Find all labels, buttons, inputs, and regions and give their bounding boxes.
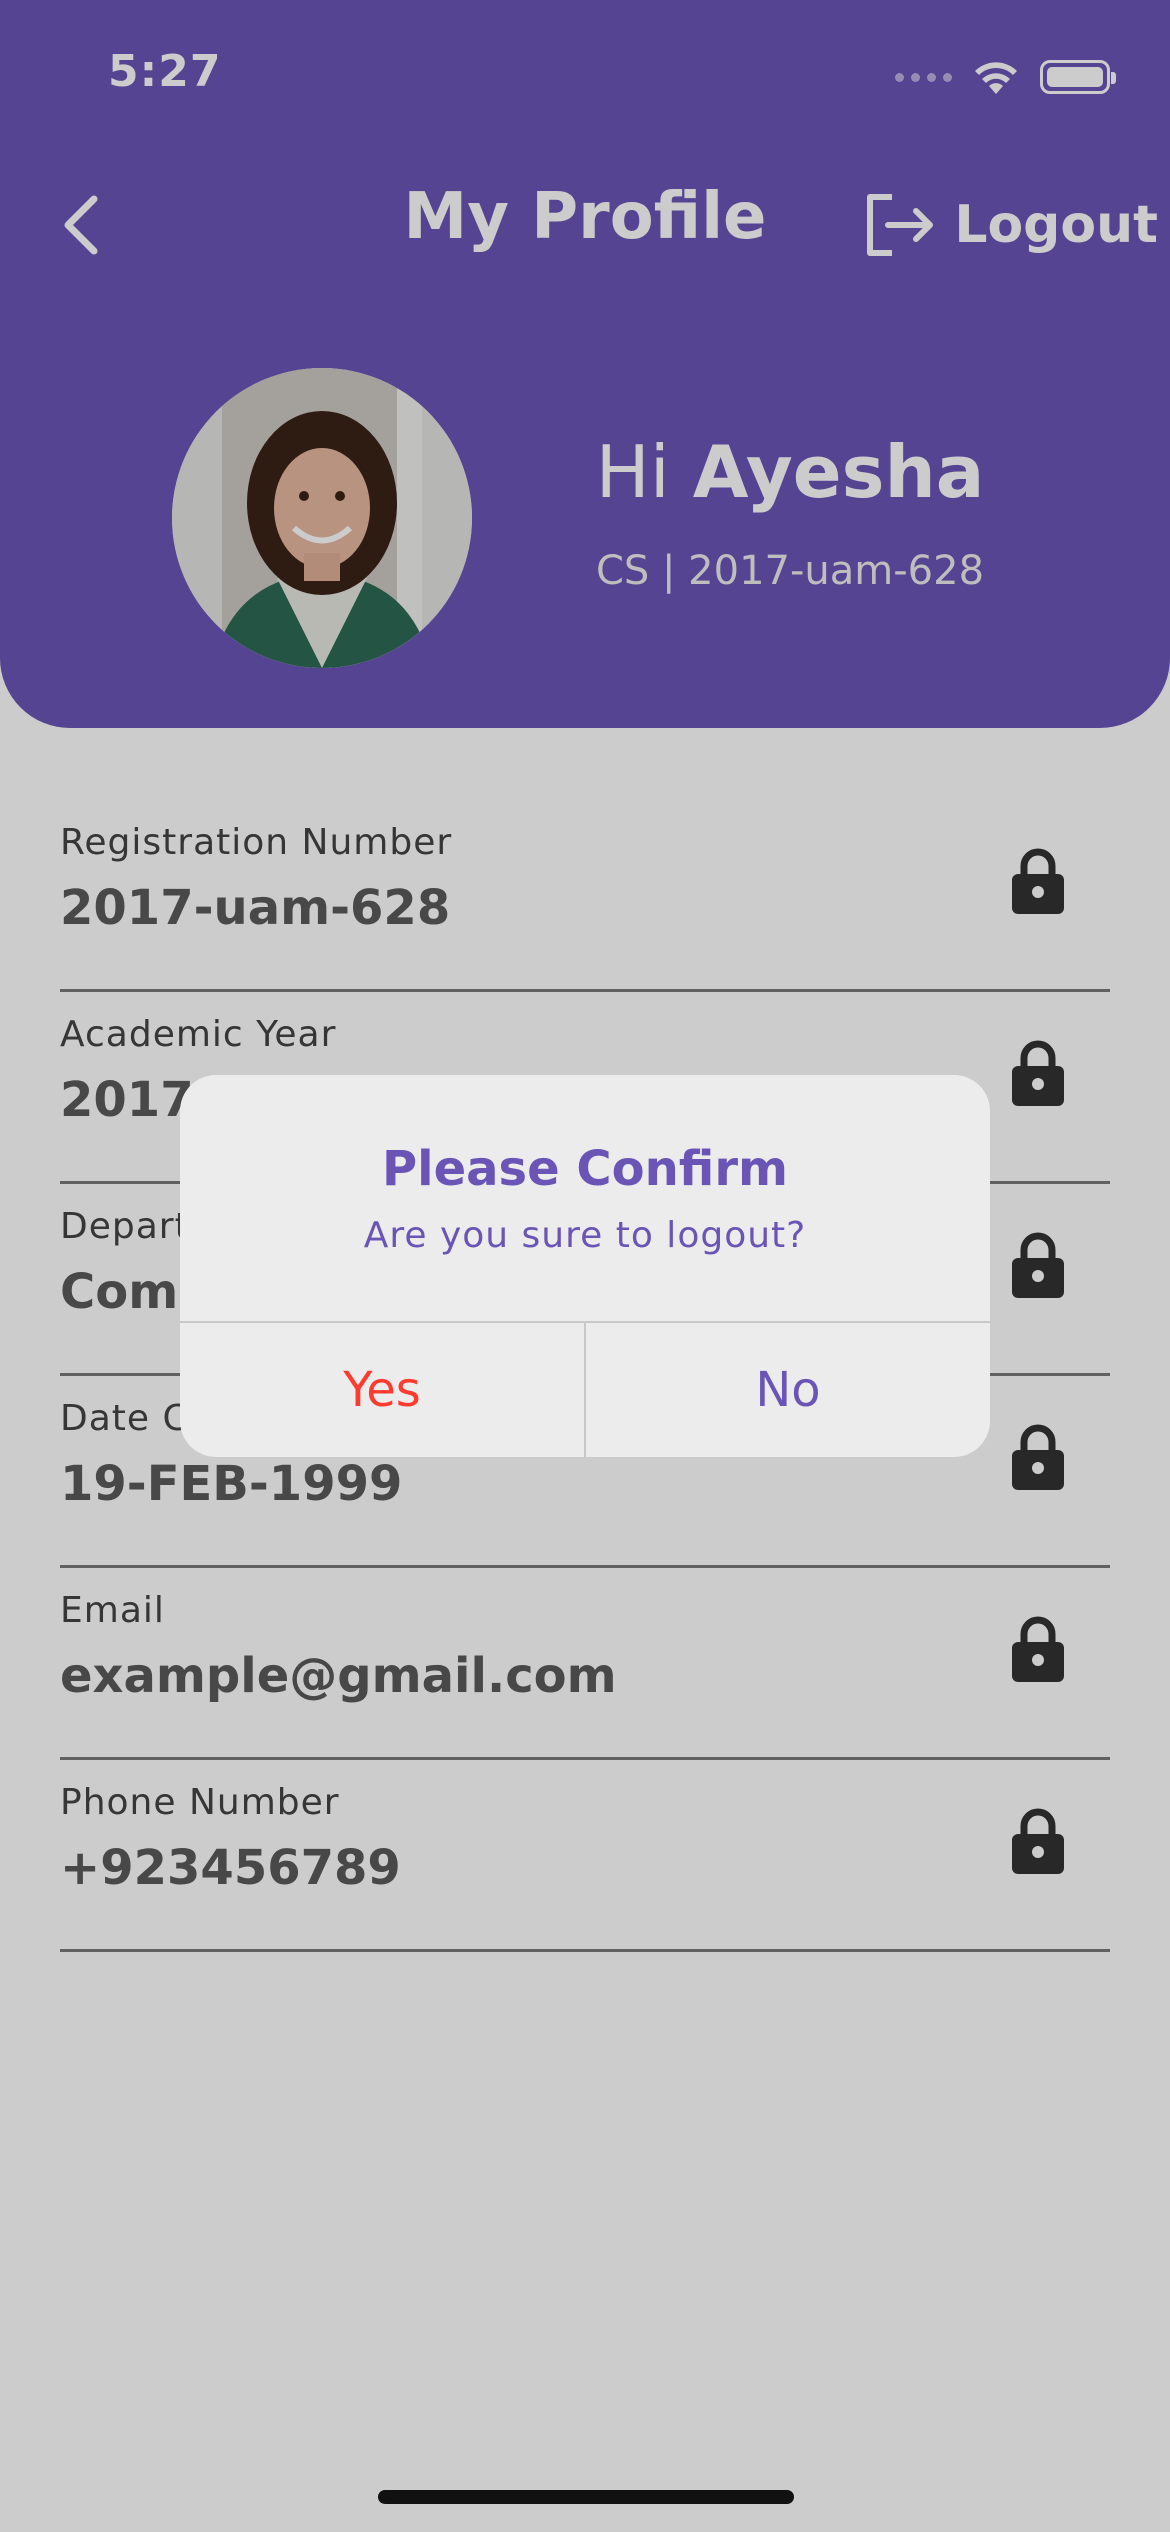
dialog-actions: Yes No xyxy=(180,1321,990,1457)
yes-button[interactable]: Yes xyxy=(180,1323,586,1457)
dialog-title: Please Confirm xyxy=(381,1141,789,1197)
home-indicator[interactable] xyxy=(378,2490,794,2504)
no-button[interactable]: No xyxy=(586,1323,990,1457)
profile-screen: 5:27 My Profile Logout Hi Ayesha CS | 20… xyxy=(0,0,1170,2532)
logout-confirm-dialog: Please Confirm Are you sure to logout? Y… xyxy=(180,1075,990,1457)
dialog-message: Are you sure to logout? xyxy=(363,1215,807,1256)
